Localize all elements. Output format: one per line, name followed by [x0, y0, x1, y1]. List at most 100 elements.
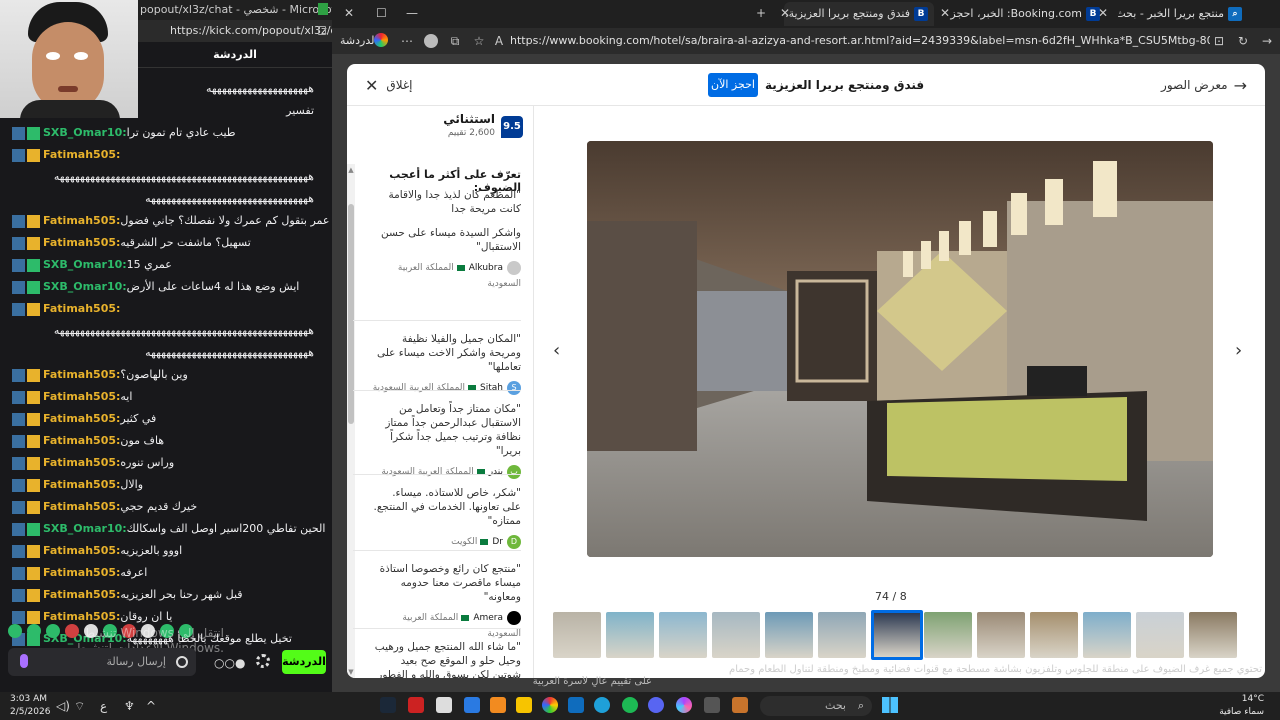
edge-icon[interactable]	[594, 697, 610, 713]
scrollbar-thumb[interactable]	[348, 204, 354, 424]
photo-thumbnail[interactable]	[818, 612, 866, 658]
photo-thumbnail[interactable]	[1083, 612, 1131, 658]
chat-message-input[interactable]: إرسال رسالة	[8, 648, 196, 676]
minimize-icon[interactable]: —	[406, 6, 418, 20]
emote-icon[interactable]	[46, 624, 60, 638]
chat-username[interactable]: SXB_Omar10:	[43, 258, 127, 271]
microphone-icon[interactable]: ♆	[124, 698, 135, 714]
photo-thumbnail[interactable]	[1030, 612, 1078, 658]
chat-username[interactable]: Fatimah505:	[43, 566, 120, 579]
badge-icon	[12, 588, 25, 602]
chat-url-text: https://kick.com/popout/xl3z/chat	[170, 24, 332, 37]
weather-desc: سماء صافية	[1219, 707, 1264, 717]
photo-gallery-link[interactable]: معرض الصور →	[1161, 74, 1247, 96]
chrome-icon[interactable]	[542, 697, 558, 713]
app-icon[interactable]	[464, 697, 480, 713]
weather-widget[interactable]: 14°C سماء صافية	[1219, 693, 1264, 719]
chat-username[interactable]: SXB_Omar10:	[43, 126, 127, 139]
photo-thumbnail[interactable]	[712, 612, 760, 658]
app-icon[interactable]	[704, 697, 720, 713]
steam-icon[interactable]	[380, 697, 396, 713]
photo-thumbnail[interactable]	[765, 612, 813, 658]
app-icon[interactable]	[732, 697, 748, 713]
tab-hotel[interactable]: B فندق ومنتجع بريرا العزيزية، الخبر (أسعا…	[784, 2, 934, 26]
photo-thumbnail[interactable]	[1136, 612, 1184, 658]
more-icon[interactable]: ⋯	[400, 34, 414, 48]
scroll-down-icon[interactable]: ▼	[347, 668, 355, 676]
chevron-right-icon[interactable]: ›	[1235, 340, 1242, 361]
emote-icon[interactable]	[27, 624, 41, 638]
keyboard-language[interactable]: ع	[100, 698, 107, 714]
forward-icon[interactable]: →	[1260, 34, 1274, 48]
reviews-scrollbar[interactable]: ▲ ▼	[347, 164, 355, 678]
system-clock[interactable]: 3:03 AM 2/5/2026	[10, 693, 50, 719]
copilot-icon[interactable]	[676, 697, 692, 713]
search-placeholder: بحث	[825, 699, 846, 712]
chat-username[interactable]: Fatimah505:	[43, 390, 120, 403]
chat-message: Fatimah505:	[0, 144, 332, 166]
new-tab-icon[interactable]: +	[756, 6, 766, 20]
extensions-icon[interactable]: ⧉	[448, 34, 462, 48]
chat-username[interactable]: SXB_Omar10:	[43, 522, 127, 535]
chat-send-button[interactable]: الدردشة	[282, 650, 326, 674]
emote-icon[interactable]	[8, 624, 22, 638]
chat-username[interactable]: Fatimah505:	[43, 236, 120, 249]
avatar[interactable]	[424, 34, 438, 48]
chat-username[interactable]: Fatimah505:	[43, 434, 120, 447]
book-now-button[interactable]: احجز الآن	[708, 73, 758, 97]
copilot-chat-button[interactable]: الدردشة	[340, 31, 402, 51]
more-options-icon[interactable]: ○○●	[214, 656, 245, 670]
windows-start-icon[interactable]	[882, 697, 898, 713]
photo-thumbnail[interactable]	[553, 612, 601, 658]
chat-username[interactable]: Fatimah505:	[43, 148, 120, 161]
close-window-icon[interactable]: ✕	[344, 6, 354, 20]
chat-username[interactable]: Fatimah505:	[43, 368, 120, 381]
chat-username[interactable]: Fatimah505:	[43, 500, 120, 513]
chat-username[interactable]: Fatimah505:	[43, 214, 120, 227]
chat-username[interactable]: Fatimah505:	[43, 544, 120, 557]
speaker-icon[interactable]: ◁)	[56, 698, 70, 714]
wifi-icon[interactable]: ⌔	[74, 698, 85, 714]
chat-username[interactable]: Fatimah505:	[43, 588, 120, 601]
gear-icon[interactable]	[256, 654, 270, 668]
file-explorer-icon[interactable]	[516, 697, 532, 713]
photo-thumbnail[interactable]	[1189, 612, 1237, 658]
chat-username[interactable]: Fatimah505:	[43, 412, 120, 425]
read-aloud-icon[interactable]: A	[492, 34, 506, 48]
booking-page: ✕ إغلاق احجز الآن فندق ومنتجع بريرا العزي…	[332, 54, 1280, 692]
tab-booking-khobar[interactable]: BBooking.com: الخبر، احجز فندقك الآن	[948, 2, 1106, 26]
discord-icon[interactable]	[648, 697, 664, 713]
badge-icon	[12, 302, 25, 316]
lock-icon[interactable]: ⊡	[1212, 34, 1226, 48]
refresh-icon[interactable]: ↻	[1236, 34, 1250, 48]
close-button[interactable]: ✕ إغلاق	[365, 74, 413, 96]
photo-thumbnail[interactable]	[659, 612, 707, 658]
chevron-left-icon[interactable]: ‹	[553, 340, 560, 361]
photo-thumbnail[interactable]	[977, 612, 1025, 658]
taskbar-search[interactable]: بحث ⌕	[760, 696, 872, 716]
mic-icon[interactable]	[20, 654, 28, 668]
close-tab-icon[interactable]: ✕	[1098, 6, 1108, 20]
app-icon[interactable]	[490, 697, 506, 713]
app-icon[interactable]	[408, 697, 424, 713]
tab-search[interactable]: ⌕ منتجع بريرا الخبر - بحث	[1118, 2, 1248, 26]
photo-thumbnail[interactable]	[871, 610, 923, 660]
store-icon[interactable]	[568, 697, 584, 713]
chat-url-bar[interactable]: https://kick.com/popout/xl3z/chat	[138, 20, 332, 42]
chevron-up-icon[interactable]: ^	[146, 698, 156, 714]
close-tab-icon[interactable]: ✕	[780, 6, 790, 20]
chat-username[interactable]: Fatimah505:	[43, 478, 120, 491]
photo-thumbnail[interactable]	[606, 612, 654, 658]
chat-username[interactable]: Fatimah505:	[43, 610, 120, 623]
maximize-icon[interactable]: ☐	[376, 6, 387, 20]
url-field[interactable]: https://www.booking.com/hotel/sa/braira-…	[510, 31, 1210, 51]
spotify-icon[interactable]	[622, 697, 638, 713]
chat-username[interactable]: Fatimah505:	[43, 302, 120, 315]
emoji-icon[interactable]	[176, 656, 188, 668]
chat-username[interactable]: Fatimah505:	[43, 456, 120, 469]
chat-username[interactable]: SXB_Omar10:	[43, 280, 127, 293]
app-icon[interactable]	[436, 697, 452, 713]
copilot-icon[interactable]	[374, 33, 388, 47]
photo-thumbnail[interactable]	[924, 612, 972, 658]
favorite-icon[interactable]: ☆	[472, 34, 486, 48]
